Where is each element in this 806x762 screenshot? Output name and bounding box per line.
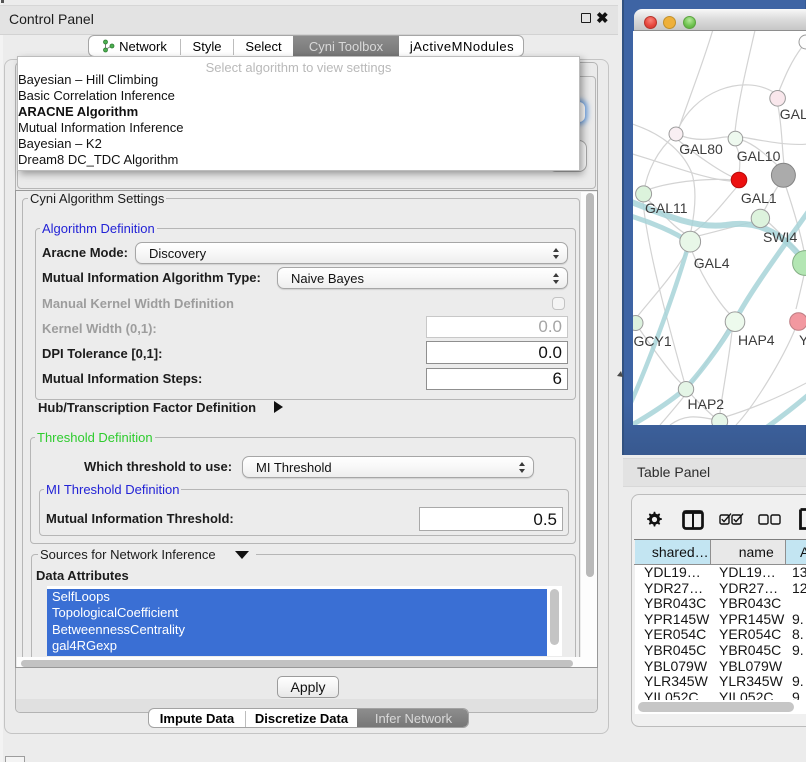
svg-text:GAL11: GAL11 (645, 200, 688, 216)
svg-text:GAL80: GAL80 (679, 141, 723, 157)
svg-text:HAP4: HAP4 (738, 332, 775, 348)
svg-text:GCY1: GCY1 (634, 333, 672, 349)
svg-text:YE: YE (799, 332, 806, 348)
svg-text:GAL10: GAL10 (737, 148, 781, 164)
svg-text:GAL4: GAL4 (694, 255, 730, 271)
svg-text:HAP2: HAP2 (688, 396, 725, 412)
svg-text:GAL1: GAL1 (741, 190, 777, 206)
svg-text:GAL2: GAL2 (780, 106, 806, 122)
svg-text:SWI4: SWI4 (763, 229, 797, 245)
